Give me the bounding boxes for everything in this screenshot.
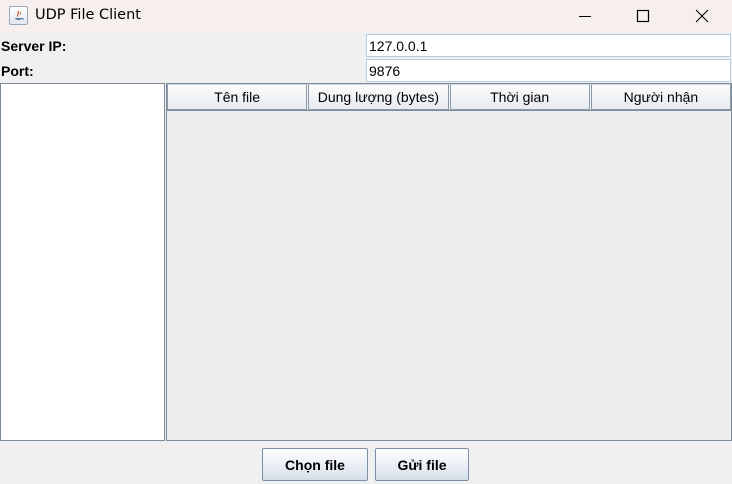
send-file-button[interactable]: Gửi file xyxy=(375,448,469,481)
java-app-icon xyxy=(9,6,28,25)
column-header-time[interactable]: Thời gian xyxy=(449,84,590,110)
minimize-icon xyxy=(579,15,591,17)
table-header: Tên file Dung lượng (bytes) Thời gian Ng… xyxy=(167,84,731,111)
maximize-button[interactable] xyxy=(614,0,672,31)
column-header-file-name[interactable]: Tên file xyxy=(167,84,308,110)
column-header-recipient[interactable]: Người nhận xyxy=(590,84,731,110)
port-label: Port: xyxy=(1,63,34,79)
choose-file-button[interactable]: Chọn file xyxy=(262,448,368,481)
window-title: UDP File Client xyxy=(35,7,141,23)
server-ip-input[interactable]: 127.0.0.1 xyxy=(366,34,731,57)
column-header-size[interactable]: Dung lượng (bytes) xyxy=(308,84,449,110)
minimize-button[interactable] xyxy=(556,0,614,31)
file-list[interactable] xyxy=(0,83,165,441)
close-icon xyxy=(695,9,709,22)
port-input[interactable]: 9876 xyxy=(366,59,731,82)
file-table[interactable]: Tên file Dung lượng (bytes) Thời gian Ng… xyxy=(166,83,732,441)
title-bar: UDP File Client xyxy=(0,0,732,32)
maximize-icon xyxy=(636,9,650,22)
server-ip-label: Server IP: xyxy=(1,38,67,54)
close-button[interactable] xyxy=(673,0,731,31)
